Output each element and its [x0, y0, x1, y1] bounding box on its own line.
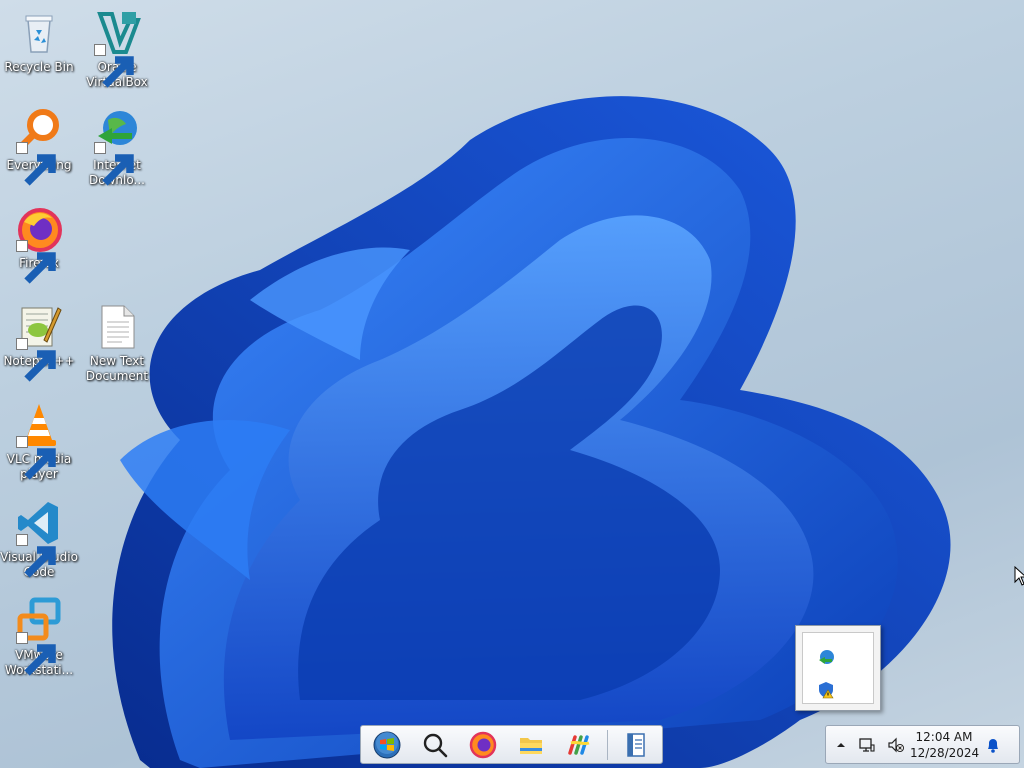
- shortcut-arrow-icon: [16, 436, 56, 480]
- vlc-icon: [14, 400, 64, 480]
- tray-overflow-panel: [802, 632, 874, 704]
- shortcut-arrow-icon: [94, 44, 134, 88]
- system-clock[interactable]: 12:04 AM 12/28/2024: [910, 729, 980, 761]
- clock-date: 12/28/2024: [910, 746, 980, 760]
- start-orb-icon: [373, 731, 401, 758]
- shortcut-arrow-icon: [16, 632, 56, 676]
- notification-bell-icon[interactable]: [983, 735, 1003, 755]
- desktop-icon-virtualbox[interactable]: Oracle VirtualBox: [78, 8, 156, 90]
- firefox-icon: [14, 204, 64, 284]
- start-button[interactable]: [367, 728, 407, 762]
- virtualbox-icon: [92, 8, 142, 88]
- desktop-icon-label: Recycle Bin: [4, 60, 74, 74]
- desktop-icon-firefox[interactable]: Firefox: [0, 204, 78, 284]
- desktop-icon-everything[interactable]: Everything: [0, 106, 78, 186]
- tray-overflow-popup: [795, 625, 881, 711]
- desktop-icon-notepad-plus-plus[interactable]: Notepad++: [0, 302, 78, 382]
- taskbar-colorful-app-button[interactable]: [559, 728, 599, 762]
- taskbar-document-app-button[interactable]: [616, 728, 656, 762]
- windows-security-warning-icon[interactable]: [817, 681, 835, 699]
- internet-download-manager-icon: [92, 106, 142, 186]
- shortcut-arrow-icon: [16, 338, 56, 382]
- text-document-icon: [92, 302, 142, 352]
- desktop-icon-new-text-document[interactable]: New Text Document: [78, 302, 156, 384]
- vscode-icon: [14, 498, 64, 578]
- colorful-app-icon: [568, 734, 590, 755]
- taskbar: [360, 725, 663, 764]
- shortcut-arrow-icon: [16, 240, 56, 284]
- desktop-icon-vscode[interactable]: Visual Studio Code: [0, 498, 78, 580]
- recycle-bin-icon: [14, 8, 64, 58]
- show-hidden-icons-arrow[interactable]: [831, 735, 851, 755]
- everything-search-icon: [14, 106, 64, 186]
- taskbar-separator: [607, 729, 609, 760]
- firefox-icon: [469, 731, 497, 758]
- taskbar-file-explorer-button[interactable]: [511, 728, 551, 762]
- desktop-icon-recycle-bin[interactable]: Recycle Bin: [0, 8, 78, 75]
- search-icon: [423, 733, 448, 757]
- notification-area: 12:04 AM 12/28/2024: [825, 725, 1020, 764]
- desktop-icon-internet-download-manager[interactable]: Internet Downlo...: [78, 106, 156, 188]
- network-monitor-icon[interactable]: [857, 735, 877, 755]
- document-app-icon: [627, 732, 645, 757]
- speaker-muted-icon[interactable]: [886, 735, 906, 755]
- desktop-icon-vmware[interactable]: VMware Workstati...: [0, 596, 78, 678]
- clock-time: 12:04 AM: [915, 730, 973, 744]
- vmware-icon: [14, 596, 64, 676]
- shortcut-arrow-icon: [16, 534, 56, 578]
- shortcut-arrow-icon: [94, 142, 134, 186]
- desktop-icon-label: New Text Document: [85, 354, 149, 383]
- desktop-icon-vlc[interactable]: VLC media player: [0, 400, 78, 482]
- taskbar-firefox-button[interactable]: [463, 728, 503, 762]
- search-button[interactable]: [415, 728, 455, 762]
- file-explorer-icon: [520, 737, 543, 754]
- mouse-cursor-icon: [1014, 566, 1024, 586]
- shortcut-arrow-icon: [16, 142, 56, 186]
- notepad-plus-plus-icon: [14, 302, 64, 382]
- internet-download-manager-icon[interactable]: [817, 649, 835, 667]
